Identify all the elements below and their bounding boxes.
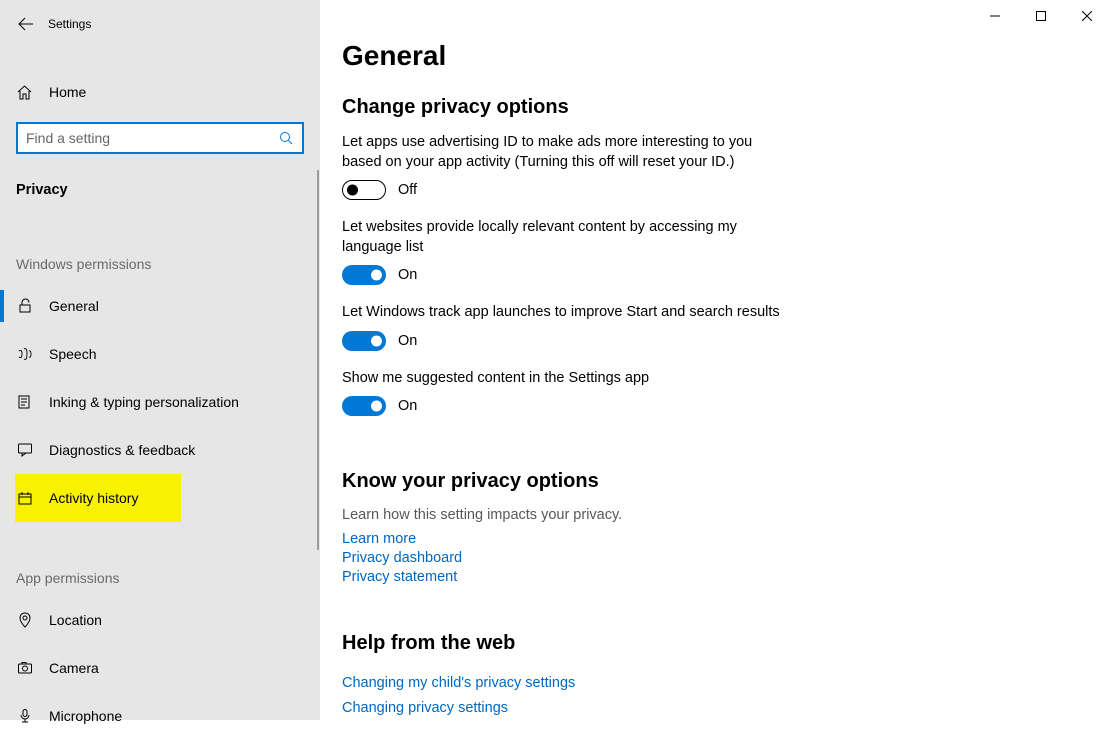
search-icon xyxy=(279,131,294,146)
sidebar-item-label: Inking & typing personalization xyxy=(49,394,239,410)
toggle-suggested-content[interactable] xyxy=(342,396,386,416)
sidebar-item-label: Speech xyxy=(49,346,96,362)
minimize-button[interactable] xyxy=(972,0,1018,32)
content-area: General Change privacy options Let apps … xyxy=(320,0,1110,720)
section-help-from-web: Help from the web xyxy=(342,632,1090,655)
sidebar-item-inking[interactable]: Inking & typing personalization xyxy=(0,378,320,426)
toggle-state-label: On xyxy=(398,398,417,414)
option-desc: Let apps use advertising ID to make ads … xyxy=(342,133,782,172)
sidebar-item-label: Location xyxy=(49,612,102,628)
category-label: Privacy xyxy=(0,166,320,208)
section-change-privacy-options: Change privacy options xyxy=(342,96,1090,119)
sidebar-item-activity-history[interactable]: Activity history xyxy=(15,474,181,522)
feedback-icon xyxy=(16,442,33,459)
search-input-container[interactable] xyxy=(16,122,304,154)
page-title: General xyxy=(342,40,1090,72)
back-icon[interactable] xyxy=(18,16,34,32)
location-icon xyxy=(16,612,33,629)
link-learn-more[interactable]: Learn more xyxy=(342,531,1090,547)
app-title: Settings xyxy=(48,17,91,31)
option-desc: Let Windows track app launches to improv… xyxy=(342,303,782,323)
sidebar-item-speech[interactable]: Speech xyxy=(0,330,320,378)
link-changing-privacy[interactable]: Changing privacy settings xyxy=(342,700,1090,716)
inking-icon xyxy=(16,394,33,411)
sidebar-item-camera[interactable]: Camera xyxy=(0,644,320,692)
maximize-button[interactable] xyxy=(1018,0,1064,32)
sidebar-item-label: Diagnostics & feedback xyxy=(49,442,195,458)
link-privacy-dashboard[interactable]: Privacy dashboard xyxy=(342,550,1090,566)
lock-icon xyxy=(16,298,33,315)
speech-icon xyxy=(16,346,33,363)
activity-icon xyxy=(16,490,33,507)
sidebar-item-microphone[interactable]: Microphone xyxy=(0,692,320,740)
scrollbar[interactable] xyxy=(317,170,319,550)
toggle-language-list[interactable] xyxy=(342,265,386,285)
option-desc: Let websites provide locally relevant co… xyxy=(342,218,782,257)
home-label: Home xyxy=(49,84,86,100)
sidebar-item-location[interactable]: Location xyxy=(0,596,320,644)
section-know-privacy: Know your privacy options xyxy=(342,470,1090,493)
sidebar-item-home[interactable]: Home xyxy=(0,68,320,116)
option-desc: Show me suggested content in the Setting… xyxy=(342,369,782,389)
group-windows-permissions: Windows permissions xyxy=(0,208,320,282)
sidebar-item-label: Microphone xyxy=(49,708,122,724)
toggle-state-label: Off xyxy=(398,182,417,198)
sidebar-item-label: General xyxy=(49,298,99,314)
toggle-track-launches[interactable] xyxy=(342,331,386,351)
toggle-state-label: On xyxy=(398,267,417,283)
titlebar: Settings xyxy=(0,8,320,40)
search-input[interactable] xyxy=(26,130,279,146)
sidebar-item-label: Camera xyxy=(49,660,99,676)
camera-icon xyxy=(16,660,33,677)
toggle-advertising-id[interactable] xyxy=(342,180,386,200)
link-child-privacy[interactable]: Changing my child's privacy settings xyxy=(342,675,1090,691)
sidebar-item-diagnostics[interactable]: Diagnostics & feedback xyxy=(0,426,320,474)
home-icon xyxy=(16,84,33,101)
section-desc: Learn how this setting impacts your priv… xyxy=(342,507,1090,523)
group-app-permissions: App permissions xyxy=(0,522,320,596)
link-privacy-statement[interactable]: Privacy statement xyxy=(342,569,1090,585)
sidebar: Settings Home Privacy Windows permission… xyxy=(0,0,320,720)
sidebar-item-label: Activity history xyxy=(49,490,138,506)
close-button[interactable] xyxy=(1064,0,1110,32)
microphone-icon xyxy=(16,708,33,725)
window-controls xyxy=(972,0,1110,32)
toggle-state-label: On xyxy=(398,333,417,349)
sidebar-item-general[interactable]: General xyxy=(0,282,320,330)
